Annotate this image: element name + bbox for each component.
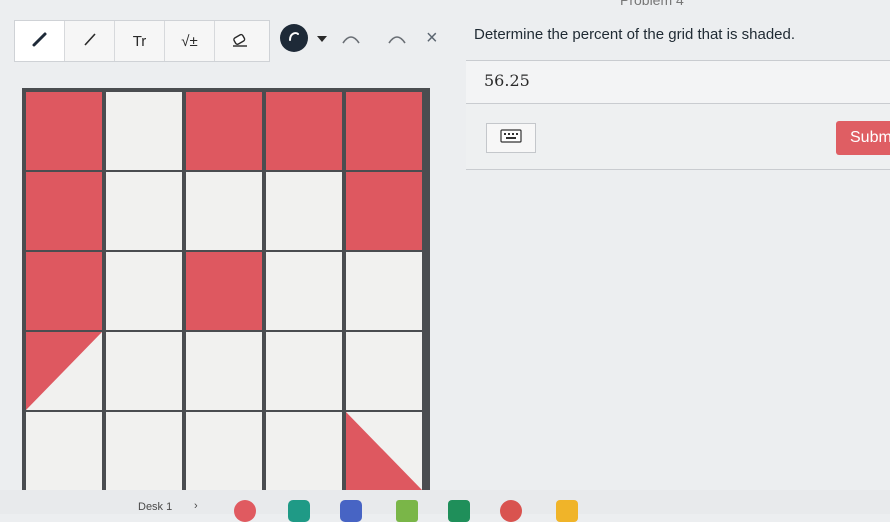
- line-icon: [81, 30, 99, 52]
- app-icon[interactable]: [448, 500, 470, 522]
- grid-cell: [26, 92, 102, 170]
- app-icon[interactable]: [340, 500, 362, 522]
- text-tool-label: Tr: [132, 32, 147, 50]
- eraser-icon: [230, 30, 250, 52]
- desk-label: Desk 1: [138, 501, 173, 513]
- app-icon[interactable]: [556, 500, 578, 522]
- keyboard-icon: [500, 128, 522, 148]
- app-icon[interactable]: [396, 500, 418, 522]
- grid-cell: [186, 412, 262, 490]
- grid-cell: [186, 252, 262, 330]
- app-icon[interactable]: [234, 500, 256, 522]
- shaded-triangle: [346, 412, 422, 490]
- app-icon[interactable]: [500, 500, 522, 522]
- grid-cell: [106, 332, 182, 410]
- answer-value: 56.25: [484, 71, 530, 90]
- grid-cell: [346, 332, 422, 410]
- line-tool-button[interactable]: [65, 21, 115, 61]
- grid-cell: [266, 412, 342, 490]
- submit-button[interactable]: Subm: [836, 121, 890, 155]
- grid-cell: [186, 92, 262, 170]
- redo-icon[interactable]: [386, 32, 408, 50]
- grid-cell: [106, 252, 182, 330]
- grid-cell: [186, 172, 262, 250]
- grid-cell: [26, 412, 102, 490]
- grid-cell: [346, 92, 422, 170]
- taskbar: Desk 1 ›: [0, 490, 890, 522]
- shaded-grid: [22, 88, 430, 514]
- grid-cell: [266, 252, 342, 330]
- problem-header: Problem 4: [620, 0, 684, 8]
- math-tool-button[interactable]: √±: [165, 21, 215, 61]
- grid-cell: [26, 172, 102, 250]
- pen-tool-button[interactable]: [15, 21, 65, 61]
- desk-chevron-icon[interactable]: ›: [194, 500, 198, 512]
- color-dropdown-icon[interactable]: [316, 30, 328, 48]
- grid-cell: [266, 332, 342, 410]
- grid-cell: [346, 172, 422, 250]
- grid-cell: [26, 332, 102, 410]
- shaded-triangle: [26, 332, 102, 410]
- grid-cell: [346, 252, 422, 330]
- grid-cell: [266, 92, 342, 170]
- text-tool-button[interactable]: Tr: [115, 21, 165, 61]
- undo-icon[interactable]: [340, 32, 362, 50]
- grid-cell: [106, 92, 182, 170]
- close-icon[interactable]: ×: [426, 28, 438, 48]
- math-tool-label: √±: [181, 32, 198, 50]
- grid-cell: [26, 252, 102, 330]
- grid-cell: [106, 172, 182, 250]
- pen-color-icon: [287, 29, 301, 48]
- app-icon[interactable]: [288, 500, 310, 522]
- answer-input[interactable]: 56.25: [466, 61, 890, 104]
- pen-color-button[interactable]: [280, 24, 308, 52]
- grid-cell: [106, 412, 182, 490]
- grid-cell: [346, 412, 422, 490]
- drawing-toolbar: Tr √±: [14, 20, 270, 62]
- question-text: Determine the percent of the grid that i…: [474, 26, 796, 43]
- math-keyboard-button[interactable]: [486, 123, 536, 153]
- grid-cell: [186, 332, 262, 410]
- grid-cell: [266, 172, 342, 250]
- pencil-icon: [31, 30, 49, 52]
- eraser-tool-button[interactable]: [215, 21, 265, 61]
- answer-area: 56.25 Subm: [466, 60, 890, 170]
